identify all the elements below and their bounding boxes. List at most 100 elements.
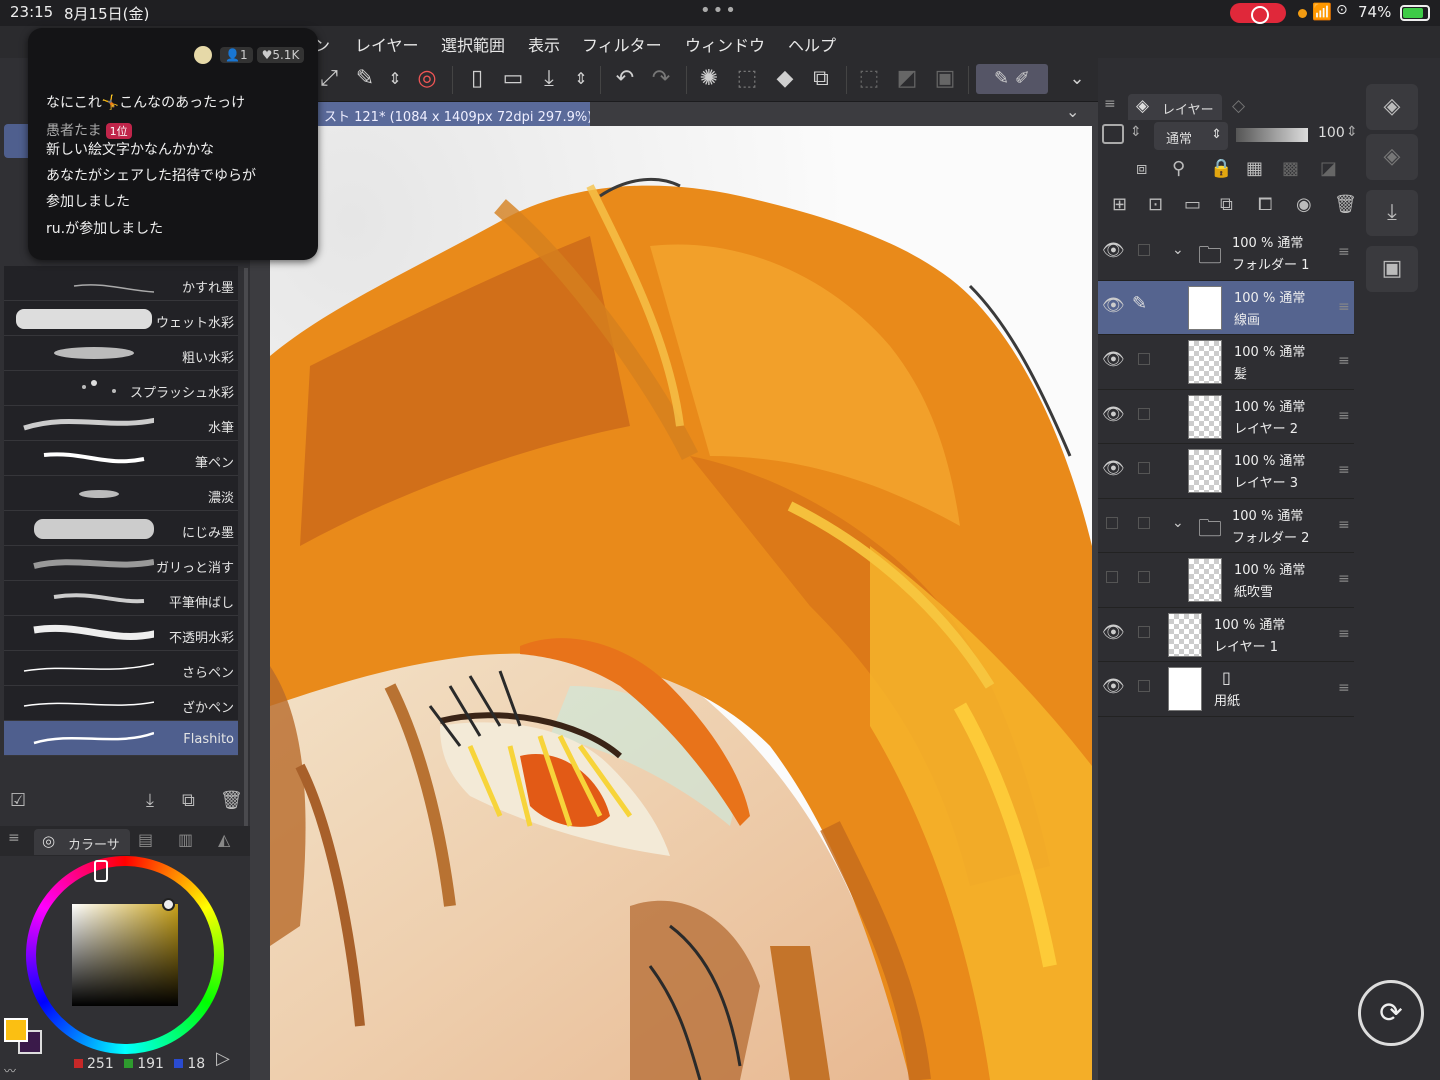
invert-selection-icon[interactable]: ◩ bbox=[892, 64, 922, 94]
foreground-color-swatch[interactable] bbox=[4, 1018, 28, 1042]
lock-checkbox[interactable] bbox=[1138, 516, 1150, 529]
transparent-color-icon[interactable]: 〰 bbox=[4, 1062, 16, 1079]
layer-mask-icon[interactable]: ◉ bbox=[1296, 194, 1312, 215]
hue-knob[interactable] bbox=[94, 860, 108, 882]
visibility-checkbox[interactable] bbox=[1106, 516, 1118, 529]
drag-handle-icon[interactable]: ≡ bbox=[1338, 244, 1350, 260]
layer-row-folder1[interactable]: 👁 ⌄ 🗀 100 % 通常 フォルダー 1 ≡ bbox=[1098, 226, 1354, 281]
lock-checkbox[interactable] bbox=[1138, 625, 1150, 638]
chevron-down-icon[interactable]: ⌄ bbox=[1172, 242, 1184, 258]
panel-menu-icon[interactable]: ≡ bbox=[8, 830, 20, 846]
lock-icon[interactable]: 🔒 bbox=[1210, 158, 1232, 179]
new-file-icon[interactable]: ▯ bbox=[462, 64, 492, 94]
brush-item[interactable]: 水筆 bbox=[4, 406, 238, 441]
undo-icon[interactable]: ↶ bbox=[610, 64, 640, 94]
play-icon[interactable]: ▷ bbox=[216, 1048, 230, 1069]
record-icon[interactable]: ◎ bbox=[412, 64, 442, 94]
panel-menu-icon[interactable]: ≡ bbox=[1104, 96, 1116, 112]
clip-icon[interactable]: ⧈ bbox=[1136, 158, 1147, 179]
live-comment-overlay[interactable]: 👤1 ♥5.1K なにこれ🤸こんなのあったっけ 愚者たま 1位 新しい絵文字かなんか… bbox=[28, 28, 318, 260]
opacity-slider[interactable] bbox=[1236, 128, 1308, 142]
ruler-icon[interactable]: ◪ bbox=[1320, 158, 1337, 179]
layer-row-folder2[interactable]: ⌄ 🗀 100 % 通常 フォルダー 2 ≡ bbox=[1098, 499, 1354, 553]
menu-layer[interactable]: レイヤー bbox=[355, 32, 419, 56]
menu-selection[interactable]: 選択範囲 bbox=[441, 32, 505, 56]
brush-item-selected[interactable]: Flashito bbox=[4, 721, 238, 756]
layer-row-layer1[interactable]: 👁 100 % 通常 レイヤー 1 ≡ bbox=[1098, 608, 1354, 662]
brush-settings-icon[interactable]: ☑ bbox=[10, 790, 26, 811]
drag-handle-icon[interactable]: ≡ bbox=[1338, 571, 1350, 587]
drag-handle-icon[interactable]: ≡ bbox=[1338, 299, 1350, 315]
layer-row-layer3[interactable]: 👁 100 % 通常 レイヤー 3 ≡ bbox=[1098, 444, 1354, 499]
import-brush-icon[interactable]: ⤓ bbox=[146, 790, 154, 811]
new-vector-layer-icon[interactable]: ⊡ bbox=[1148, 194, 1163, 215]
drag-handle-icon[interactable]: ≡ bbox=[1338, 408, 1350, 424]
import-icon[interactable]: ⤓ bbox=[1366, 190, 1418, 236]
layer-color-icon[interactable] bbox=[1102, 124, 1124, 144]
lock-checkbox[interactable] bbox=[1138, 571, 1150, 583]
chevron-down-icon[interactable]: ⌄ bbox=[1066, 102, 1079, 121]
drawing-canvas[interactable] bbox=[270, 126, 1092, 1080]
brush-scrollbar[interactable] bbox=[244, 268, 248, 828]
menu-filter[interactable]: フィルター bbox=[582, 32, 662, 56]
layer-property-tab-icon[interactable]: ◇ bbox=[1232, 96, 1245, 116]
sv-knob[interactable] bbox=[162, 898, 175, 911]
eye-icon[interactable]: 👁 bbox=[1102, 458, 1125, 479]
drag-handle-icon[interactable]: ≡ bbox=[1338, 353, 1350, 369]
stepper-icon[interactable]: ⇕ bbox=[1130, 124, 1142, 140]
lock-checkbox[interactable] bbox=[1138, 244, 1150, 256]
eye-icon[interactable]: 👁 bbox=[1102, 622, 1125, 643]
eye-icon[interactable]: 👁 bbox=[1102, 295, 1125, 316]
crop-icon[interactable]: ⧉ bbox=[806, 64, 836, 94]
layer-row-lineart[interactable]: 👁 ✎ 100 % 通常 線画 ≡ bbox=[1098, 280, 1354, 335]
brush-item[interactable]: にじみ墨 bbox=[4, 511, 238, 546]
eye-icon[interactable]: 👁 bbox=[1102, 349, 1125, 370]
brush-item[interactable]: 平筆伸ばし bbox=[4, 581, 238, 616]
delete-brush-icon[interactable]: 🗑 bbox=[220, 790, 243, 811]
layer-row-confetti[interactable]: 100 % 通常 紙吹雪 ≡ bbox=[1098, 553, 1354, 608]
brush-item[interactable]: スプラッシュ水彩 bbox=[4, 371, 238, 406]
merge-layer-icon[interactable]: ⧠ bbox=[1258, 194, 1272, 215]
stepper-icon[interactable]: ⇕ bbox=[1346, 124, 1358, 140]
brush-item[interactable]: かすれ墨 bbox=[4, 266, 238, 301]
drag-handle-icon[interactable]: ≡ bbox=[1338, 517, 1350, 533]
lock-transparency-icon[interactable]: ▦ bbox=[1246, 158, 1263, 179]
reference-layer-icon[interactable]: ⚲ bbox=[1172, 158, 1185, 179]
delete-layer-icon[interactable]: 🗑 bbox=[1334, 194, 1357, 215]
deselect-icon[interactable]: ⬚ bbox=[854, 64, 884, 94]
layer-row-layer2[interactable]: 👁 100 % 通常 レイヤー 2 ≡ bbox=[1098, 390, 1354, 444]
drag-handle-icon[interactable]: ≡ bbox=[1338, 680, 1350, 696]
brush-item[interactable]: ざかペン bbox=[4, 686, 238, 721]
new-raster-layer-icon[interactable]: ⊞ bbox=[1112, 194, 1127, 215]
brush-item[interactable]: 不透明水彩 bbox=[4, 616, 238, 651]
loading-icon[interactable]: ✺ bbox=[694, 64, 724, 94]
color-set-tab-icon[interactable]: ▤ bbox=[138, 830, 153, 849]
blend-mode-select[interactable]: 通常 ⇕ bbox=[1154, 122, 1228, 150]
drag-handle-icon[interactable]: ≡ bbox=[1338, 626, 1350, 642]
save-icon[interactable]: ▣ bbox=[1366, 246, 1418, 292]
eye-icon[interactable]: 👁 bbox=[1102, 404, 1125, 425]
lock-checkbox[interactable] bbox=[1138, 407, 1150, 420]
intermediate-color-tab-icon[interactable]: ▥ bbox=[178, 830, 193, 849]
menu-window[interactable]: ウィンドウ bbox=[685, 32, 765, 56]
transform-icon[interactable]: ⤢ bbox=[314, 64, 344, 94]
selection-border-icon[interactable]: ▣ bbox=[930, 64, 960, 94]
stepper-icon[interactable]: ⇕ bbox=[380, 64, 410, 94]
lock-checkbox[interactable] bbox=[1138, 680, 1150, 692]
layer-stack-icon[interactable]: ◈ bbox=[1366, 134, 1418, 180]
eye-icon[interactable]: 👁 bbox=[1102, 240, 1125, 261]
brush-item[interactable]: 濃淡 bbox=[4, 476, 238, 511]
layers-icon[interactable]: ◈ bbox=[1366, 84, 1418, 130]
visibility-checkbox[interactable] bbox=[1106, 571, 1118, 583]
pen-tool-active-icon[interactable]: ✎ ✐ bbox=[976, 64, 1048, 94]
open-folder-icon[interactable]: ▭ bbox=[498, 64, 528, 94]
brush-item[interactable]: ウェット水彩 bbox=[4, 301, 238, 336]
rotate-screen-icon[interactable]: ⟳ bbox=[1358, 980, 1424, 1046]
saturation-value-box[interactable] bbox=[72, 904, 178, 1006]
mask-icon[interactable]: ▩ bbox=[1282, 158, 1299, 179]
new-folder-icon[interactable]: ▭ bbox=[1184, 194, 1201, 215]
brush-item[interactable]: 粗い水彩 bbox=[4, 336, 238, 371]
color-history-tab-icon[interactable]: ◭ bbox=[218, 830, 230, 849]
brush-item[interactable]: さらペン bbox=[4, 651, 238, 686]
drag-handle-icon[interactable]: ≡ bbox=[1338, 462, 1350, 478]
